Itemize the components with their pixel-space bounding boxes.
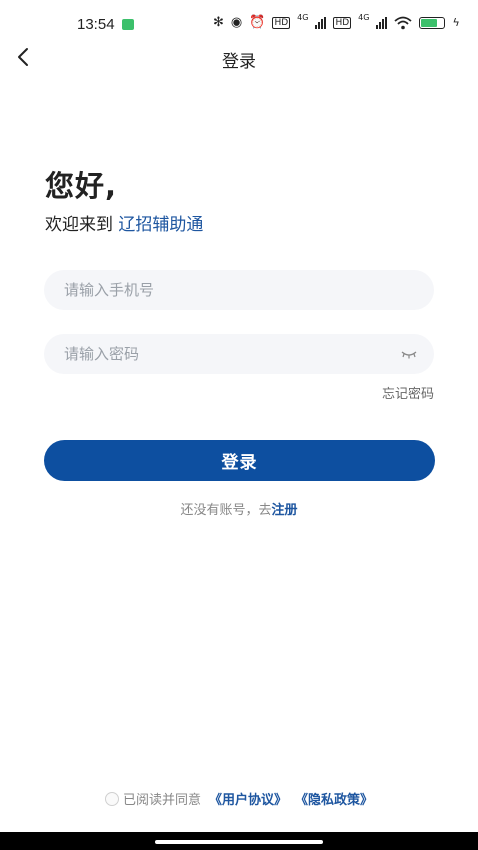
network-type-label-2: 4G <box>358 13 370 22</box>
battery-icon <box>419 16 446 29</box>
welcome-prefix: 欢迎来到 <box>45 215 113 235</box>
status-bar: 13:54 ✻ ◉ ⏰ HD 4G HD 4G ϟ <box>0 0 478 44</box>
eye-closed-icon[interactable] <box>400 347 418 361</box>
home-indicator[interactable] <box>155 840 323 844</box>
login-button[interactable]: 登录 <box>44 440 435 481</box>
alarm-icon: ⏰ <box>249 15 266 30</box>
signal-icon <box>315 16 327 29</box>
register-link[interactable]: 注册 <box>272 503 298 518</box>
app-notification-icon <box>122 19 134 30</box>
wifi-icon <box>394 16 413 29</box>
hd-icon-2: HD <box>333 16 352 29</box>
register-prompt-text: 还没有账号，去 <box>180 503 272 518</box>
bluetooth-icon: ✻ <box>213 15 224 30</box>
agreement-row: 已阅读并同意 《用户协议》 《隐私政策》 <box>0 789 478 808</box>
greeting-title: 您好, <box>45 169 118 203</box>
privacy-policy-link[interactable]: 《隐私政策》 <box>295 789 373 808</box>
agree-checkbox[interactable] <box>104 791 119 806</box>
signal-icon-2 <box>376 16 388 29</box>
hd-icon: HD <box>272 16 291 29</box>
brand-name: 辽招辅助通 <box>118 215 204 235</box>
phone-field-container <box>44 270 434 310</box>
user-agreement-link[interactable]: 《用户协议》 <box>209 789 287 808</box>
register-prompt: 还没有账号，去注册 <box>0 499 478 518</box>
charging-icon: ϟ <box>452 16 460 29</box>
phone-input[interactable] <box>44 270 434 310</box>
nav-bar: 登录 <box>0 40 478 76</box>
system-nav-bar <box>0 832 478 850</box>
password-input[interactable] <box>44 334 434 374</box>
agreement-prefix: 已阅读并同意 <box>122 793 201 808</box>
page-title: 登录 <box>222 52 256 72</box>
headset-icon: ◉ <box>230 15 243 30</box>
status-icons: ✻ ◉ ⏰ HD 4G HD 4G ϟ <box>213 13 460 30</box>
welcome-text: 欢迎来到 辽招辅助通 <box>45 210 203 235</box>
network-type-label: 4G <box>297 13 309 22</box>
forgot-password-link[interactable]: 忘记密码 <box>382 383 434 402</box>
status-time: 13:54 <box>77 16 115 33</box>
password-field-container <box>44 334 434 374</box>
